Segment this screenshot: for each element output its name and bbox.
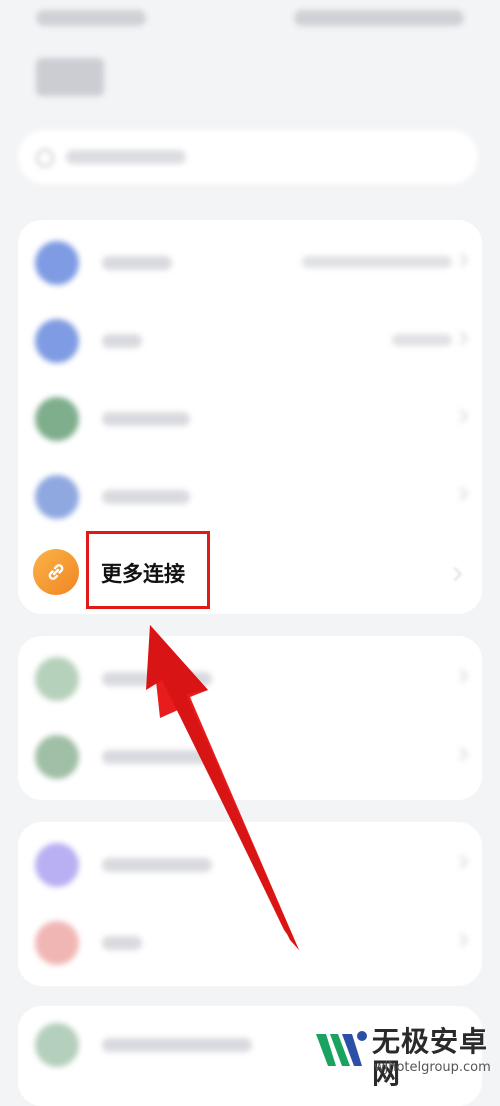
watermark: 无极安卓网 wjhotelgroup.com (312, 1020, 500, 1090)
wj-logo-icon (316, 1031, 367, 1066)
watermark-title: 无极安卓网 (372, 1025, 489, 1090)
pointer-arrow (146, 625, 299, 950)
watermark-url: wjhotelgroup.com (374, 1060, 491, 1075)
